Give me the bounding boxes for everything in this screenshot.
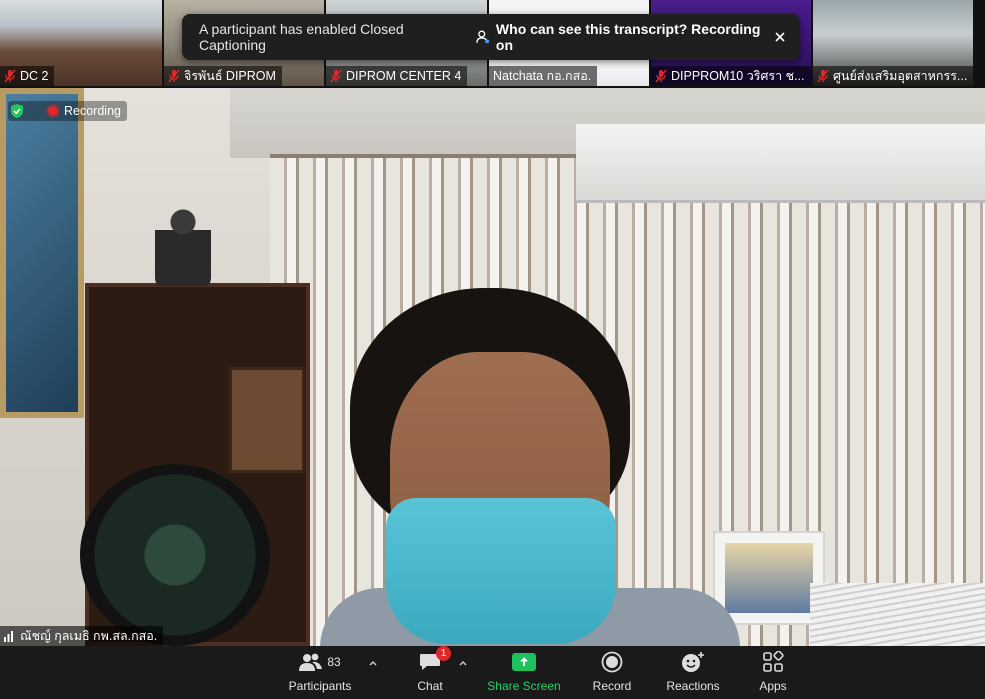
apps-button[interactable]: Apps: [754, 646, 792, 699]
chat-options-caret[interactable]: [458, 658, 468, 668]
record-button[interactable]: Record: [590, 646, 634, 699]
apps-label: Apps: [759, 679, 787, 693]
chat-unread-badge: 1: [436, 646, 451, 661]
person-icon: [476, 30, 490, 44]
participants-options-caret[interactable]: [368, 658, 378, 668]
apps-grid-icon: [763, 651, 784, 672]
thumbnail-label: จิรพันธ์ DIPROM: [184, 69, 276, 83]
thumbnail-name: ศูนย์ส่งเสริมอุตสาหกรร...: [813, 66, 973, 86]
reactions-smiley-icon: [682, 652, 704, 672]
participant-thumbnail[interactable]: ศูนย์ส่งเสริมอุตสาหกรร...: [813, 0, 973, 86]
notification-message: A participant has enabled Closed Caption…: [199, 21, 404, 53]
video-background-painting: [0, 88, 84, 418]
reactions-button[interactable]: Reactions: [664, 646, 722, 699]
active-speaker-video: [0, 88, 985, 646]
participants-count: 83: [327, 655, 341, 669]
meeting-toolbar: 83 Participants 1 Chat Share Screen Reco…: [0, 646, 985, 699]
participants-icon: [299, 653, 323, 671]
thumbnail-label: DIPPROM10 วริศรา ช...: [671, 69, 805, 83]
participants-label: Participants: [288, 679, 352, 693]
transcript-info-link[interactable]: Who can see this transcript? Recording o…: [476, 21, 770, 53]
mic-off-icon: [817, 69, 829, 83]
mic-off-icon: [330, 69, 342, 83]
signal-bars-icon: [4, 631, 13, 642]
shield-check-icon: [11, 104, 23, 118]
video-background-papers: [810, 583, 985, 646]
record-label: Record: [592, 679, 632, 693]
record-icon: [601, 651, 623, 673]
share-screen-button[interactable]: Share Screen: [486, 646, 562, 699]
thumbnail-label: Natchata กอ.กสอ.: [493, 69, 592, 83]
participants-button[interactable]: 83 Participants: [288, 646, 352, 699]
recording-indicator: Recording: [8, 101, 127, 121]
thumbnail-label: ศูนย์ส่งเสริมอุตสาหกรร...: [833, 69, 968, 83]
video-background-statue: [155, 206, 211, 286]
speaker-person: [320, 288, 740, 646]
thumbnail-name: DC 2: [0, 66, 55, 86]
captioning-notification: A participant has enabled Closed Caption…: [182, 14, 800, 60]
chat-label: Chat: [417, 679, 443, 693]
thumbnail-name: DIPPROM10 วริศรา ช...: [651, 66, 811, 86]
share-screen-icon: [512, 653, 536, 671]
close-icon: [775, 32, 785, 42]
participant-thumbnail[interactable]: DC 2: [0, 0, 162, 86]
thumbnail-label: DIPROM CENTER 4: [346, 69, 462, 83]
recording-dot-icon: [48, 106, 58, 116]
speaker-name-tag: ณัชญ์ กุลเมธิ กพ.สล.กสอ.: [0, 626, 164, 646]
recording-label: Recording: [64, 104, 121, 118]
speaker-name-label: ณัชญ์ กุลเมธิ กพ.สล.กสอ.: [20, 629, 158, 643]
chat-button[interactable]: 1 Chat: [410, 646, 451, 699]
thumbnail-name: จิรพันธ์ DIPROM: [164, 66, 282, 86]
mic-off-icon: [4, 69, 16, 83]
mic-off-icon: [168, 69, 180, 83]
video-background-air-conditioner: [576, 124, 985, 203]
thumbnail-label: DC 2: [20, 69, 49, 83]
close-notification-button[interactable]: [771, 27, 790, 47]
thumbnail-name: DIPROM CENTER 4: [326, 66, 468, 86]
transcript-info-label: Who can see this transcript? Recording o…: [495, 21, 761, 53]
share-screen-label: Share Screen: [487, 679, 561, 693]
reactions-label: Reactions: [666, 679, 720, 693]
mic-off-icon: [655, 69, 667, 83]
video-background-fan: [80, 464, 270, 646]
thumbnail-name: Natchata กอ.กสอ.: [489, 66, 598, 86]
